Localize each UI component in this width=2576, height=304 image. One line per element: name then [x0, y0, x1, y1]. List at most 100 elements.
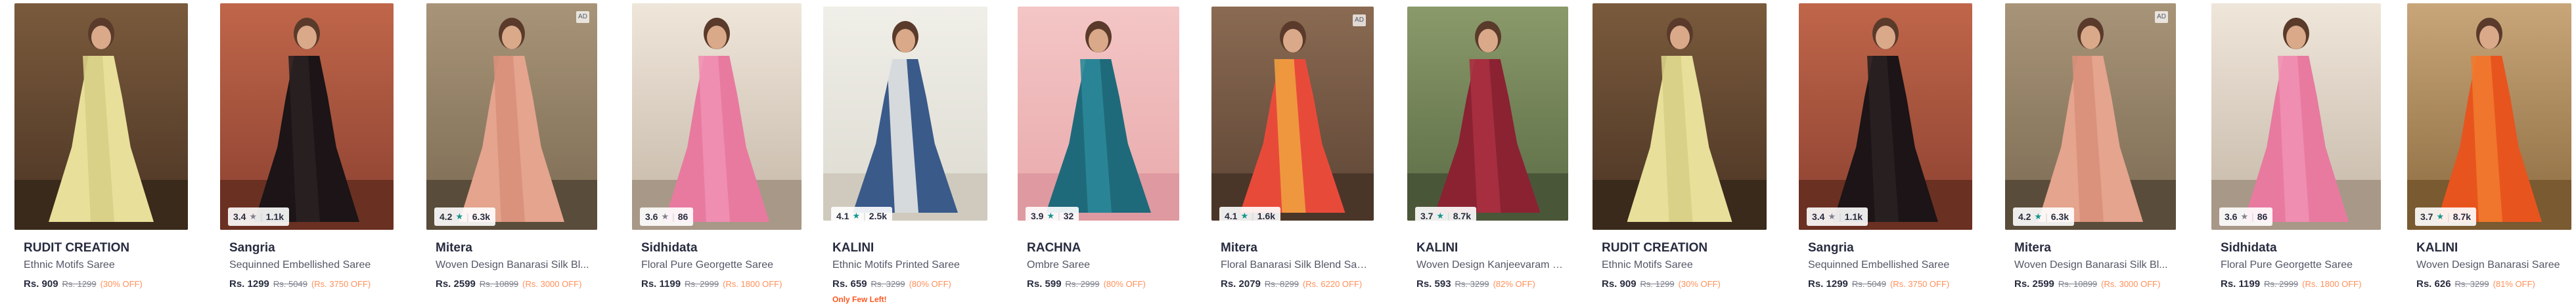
current-price: Rs. 599	[1027, 278, 1062, 290]
model-face	[297, 26, 317, 49]
product-card[interactable]: 3.7 ★ | 8.7k KALINI Woven Design Kanjeevaram …	[1407, 0, 1568, 300]
current-price: Rs. 2599	[436, 278, 476, 290]
rating-badge: 3.9 ★ | 32	[1026, 207, 1079, 221]
product-image[interactable]: AD 4.2 ★ | 6.3k	[426, 3, 597, 230]
rating-count: 86	[677, 211, 689, 222]
product-description: Woven Design Banarasi Saree	[2416, 259, 2560, 271]
product-price: Rs. 1299 Rs. 5049 (Rs. 3750 OFF)	[1808, 278, 1949, 290]
product-image[interactable]: 3.7 ★ | 8.7k	[2407, 3, 2571, 230]
rating-badge: 3.4 ★ | 1.1k	[228, 207, 290, 226]
current-price: Rs. 1199	[2221, 278, 2261, 290]
discount-label: (80% OFF)	[909, 279, 951, 289]
rating-divider: |	[1252, 211, 1254, 221]
rating-badge: 4.2 ★ | 6.3k	[2013, 207, 2075, 226]
model-face	[895, 29, 915, 53]
product-image[interactable]	[1593, 3, 1767, 230]
product-image[interactable]: 3.6 ★ | 86	[632, 3, 802, 230]
product-card[interactable]: RUDIT CREATION Ethnic Motifs Saree Rs. 909…	[14, 0, 188, 300]
rating-count: 6.3k	[472, 211, 491, 222]
rating-value: 3.4	[1812, 211, 1825, 222]
product-description: Floral Banarasi Silk Blend Saree	[1221, 259, 1370, 271]
product-price: Rs. 1199 Rs. 2999 (Rs. 1800 OFF)	[2221, 278, 2361, 290]
product-card[interactable]: AD 4.2 ★ | 6.3k Mitera Woven Design Banarasi S…	[2005, 0, 2176, 300]
discount-label: (Rs. 1800 OFF)	[723, 279, 782, 289]
product-image[interactable]: AD 4.1 ★ | 1.6k	[1211, 7, 1374, 221]
product-image[interactable]: 4.1 ★ | 2.5k	[823, 7, 987, 221]
product-card[interactable]: AD 4.2 ★ | 6.3k Mitera Woven Design Banarasi S…	[426, 0, 597, 300]
product-card[interactable]: 3.4 ★ | 1.1k Sangria Sequinned Embellished Sa…	[220, 0, 394, 300]
product-card[interactable]: 3.6 ★ | 86 Sidhidata Floral Pure Georgette Sa…	[632, 0, 802, 300]
product-description: Ethnic Motifs Printed Saree	[832, 259, 960, 271]
original-price: Rs. 8299	[1264, 279, 1299, 289]
rating-count: 2.5k	[869, 211, 888, 221]
original-price: Rs. 2999	[685, 279, 719, 289]
product-card[interactable]: 3.6 ★ | 86 Sidhidata Floral Pure Georgette Sa…	[2211, 0, 2381, 300]
product-brand: RACHNA	[1027, 241, 1081, 255]
rating-value: 3.7	[1420, 211, 1434, 221]
product-price: Rs. 599 Rs. 2999 (80% OFF)	[1027, 278, 1146, 290]
product-image[interactable]: AD 4.2 ★ | 6.3k	[2005, 3, 2176, 230]
star-icon: ★	[2034, 211, 2043, 221]
rating-value: 3.9	[1031, 211, 1044, 221]
product-card[interactable]: 3.9 ★ | 32 RACHNA Ombre Saree Rs. 599 Rs. 2999(…	[1018, 0, 1179, 300]
product-price: Rs. 909 Rs. 1299 (30% OFF)	[24, 278, 143, 290]
product-description: Ethnic Motifs Saree	[24, 259, 115, 271]
product-brand: Sidhidata	[641, 241, 698, 255]
model-face	[1089, 29, 1108, 53]
discount-label: (Rs. 6220 OFF)	[1302, 279, 1363, 289]
product-image[interactable]: 3.7 ★ | 8.7k	[1407, 7, 1568, 221]
discount-label: (82% OFF)	[1493, 279, 1535, 289]
product-description: Floral Pure Georgette Saree	[641, 259, 773, 271]
rating-divider: |	[2045, 211, 2048, 222]
rating-badge: 3.7 ★ | 8.7k	[1415, 207, 1477, 221]
model-face	[91, 26, 111, 49]
rating-value: 3.4	[233, 211, 246, 222]
product-card[interactable]: 3.7 ★ | 8.7k KALINI Woven Design Banarasi Sar…	[2407, 0, 2571, 300]
current-price: Rs. 659	[832, 278, 867, 290]
rating-divider: |	[863, 211, 866, 221]
current-price: Rs. 2599	[2014, 278, 2054, 290]
product-price: Rs. 593 Rs. 3299 (82% OFF)	[1416, 278, 1535, 290]
model-face	[2286, 26, 2306, 49]
star-icon: ★	[249, 211, 258, 221]
star-icon: ★	[2436, 211, 2445, 221]
original-price: Rs. 5049	[273, 279, 307, 289]
current-price: Rs. 909	[24, 278, 58, 290]
model-face	[1478, 29, 1498, 53]
original-price: Rs. 3299	[870, 279, 905, 289]
rating-divider: |	[1058, 211, 1060, 221]
current-price: Rs. 2079	[1221, 278, 1261, 290]
star-icon: ★	[661, 211, 669, 221]
model-face	[1282, 29, 1303, 53]
rating-badge: 3.6 ★ | 86	[640, 207, 694, 226]
product-card[interactable]: RUDIT CREATION Ethnic Motifs Saree Rs. 909…	[1593, 0, 1767, 300]
rating-count: 1.1k	[1844, 211, 1863, 222]
rating-divider: |	[2251, 211, 2254, 222]
product-image[interactable]	[14, 3, 188, 230]
model-face	[2081, 26, 2100, 49]
product-card[interactable]: 3.4 ★ | 1.1k Sangria Sequinned Embellished Sa…	[1799, 0, 1972, 300]
product-description: Floral Pure Georgette Saree	[2221, 259, 2353, 271]
rating-badge: 4.1 ★ | 1.6k	[1219, 207, 1281, 221]
product-price: Rs. 2079 Rs. 8299 (Rs. 6220 OFF)	[1221, 278, 1362, 290]
product-card[interactable]: 4.1 ★ | 2.5k KALINI Ethnic Motifs Printed Sar…	[823, 0, 987, 304]
product-image[interactable]: 3.4 ★ | 1.1k	[220, 3, 394, 230]
rating-badge: 4.2 ★ | 6.3k	[434, 207, 496, 226]
product-image[interactable]: 3.9 ★ | 32	[1018, 7, 1179, 221]
product-brand: Mitera	[436, 241, 472, 255]
rating-value: 3.6	[2225, 211, 2238, 222]
model-face	[1876, 26, 1895, 49]
product-price: Rs. 626 Rs. 3299 (81% OFF)	[2416, 278, 2535, 290]
product-image[interactable]: 3.4 ★ | 1.1k	[1799, 3, 1972, 230]
rating-value: 4.1	[1225, 211, 1238, 221]
rating-count: 86	[2257, 211, 2268, 222]
product-card[interactable]: AD 4.1 ★ | 1.6k Mitera Floral Banarasi Silk Bl…	[1211, 0, 1374, 300]
original-price: Rs. 1299	[1640, 279, 1675, 289]
original-price: Rs. 3299	[2454, 279, 2489, 289]
product-brand: KALINI	[832, 241, 874, 255]
product-price: Rs. 2599 Rs. 10899 (Rs. 3000 OFF)	[2014, 278, 2160, 290]
product-description: Woven Design Banarasi Silk Bl...	[2014, 259, 2168, 271]
discount-label: (81% OFF)	[2493, 279, 2535, 289]
product-image[interactable]: 3.6 ★ | 86	[2211, 3, 2381, 230]
product-description: Ombre Saree	[1027, 259, 1091, 271]
